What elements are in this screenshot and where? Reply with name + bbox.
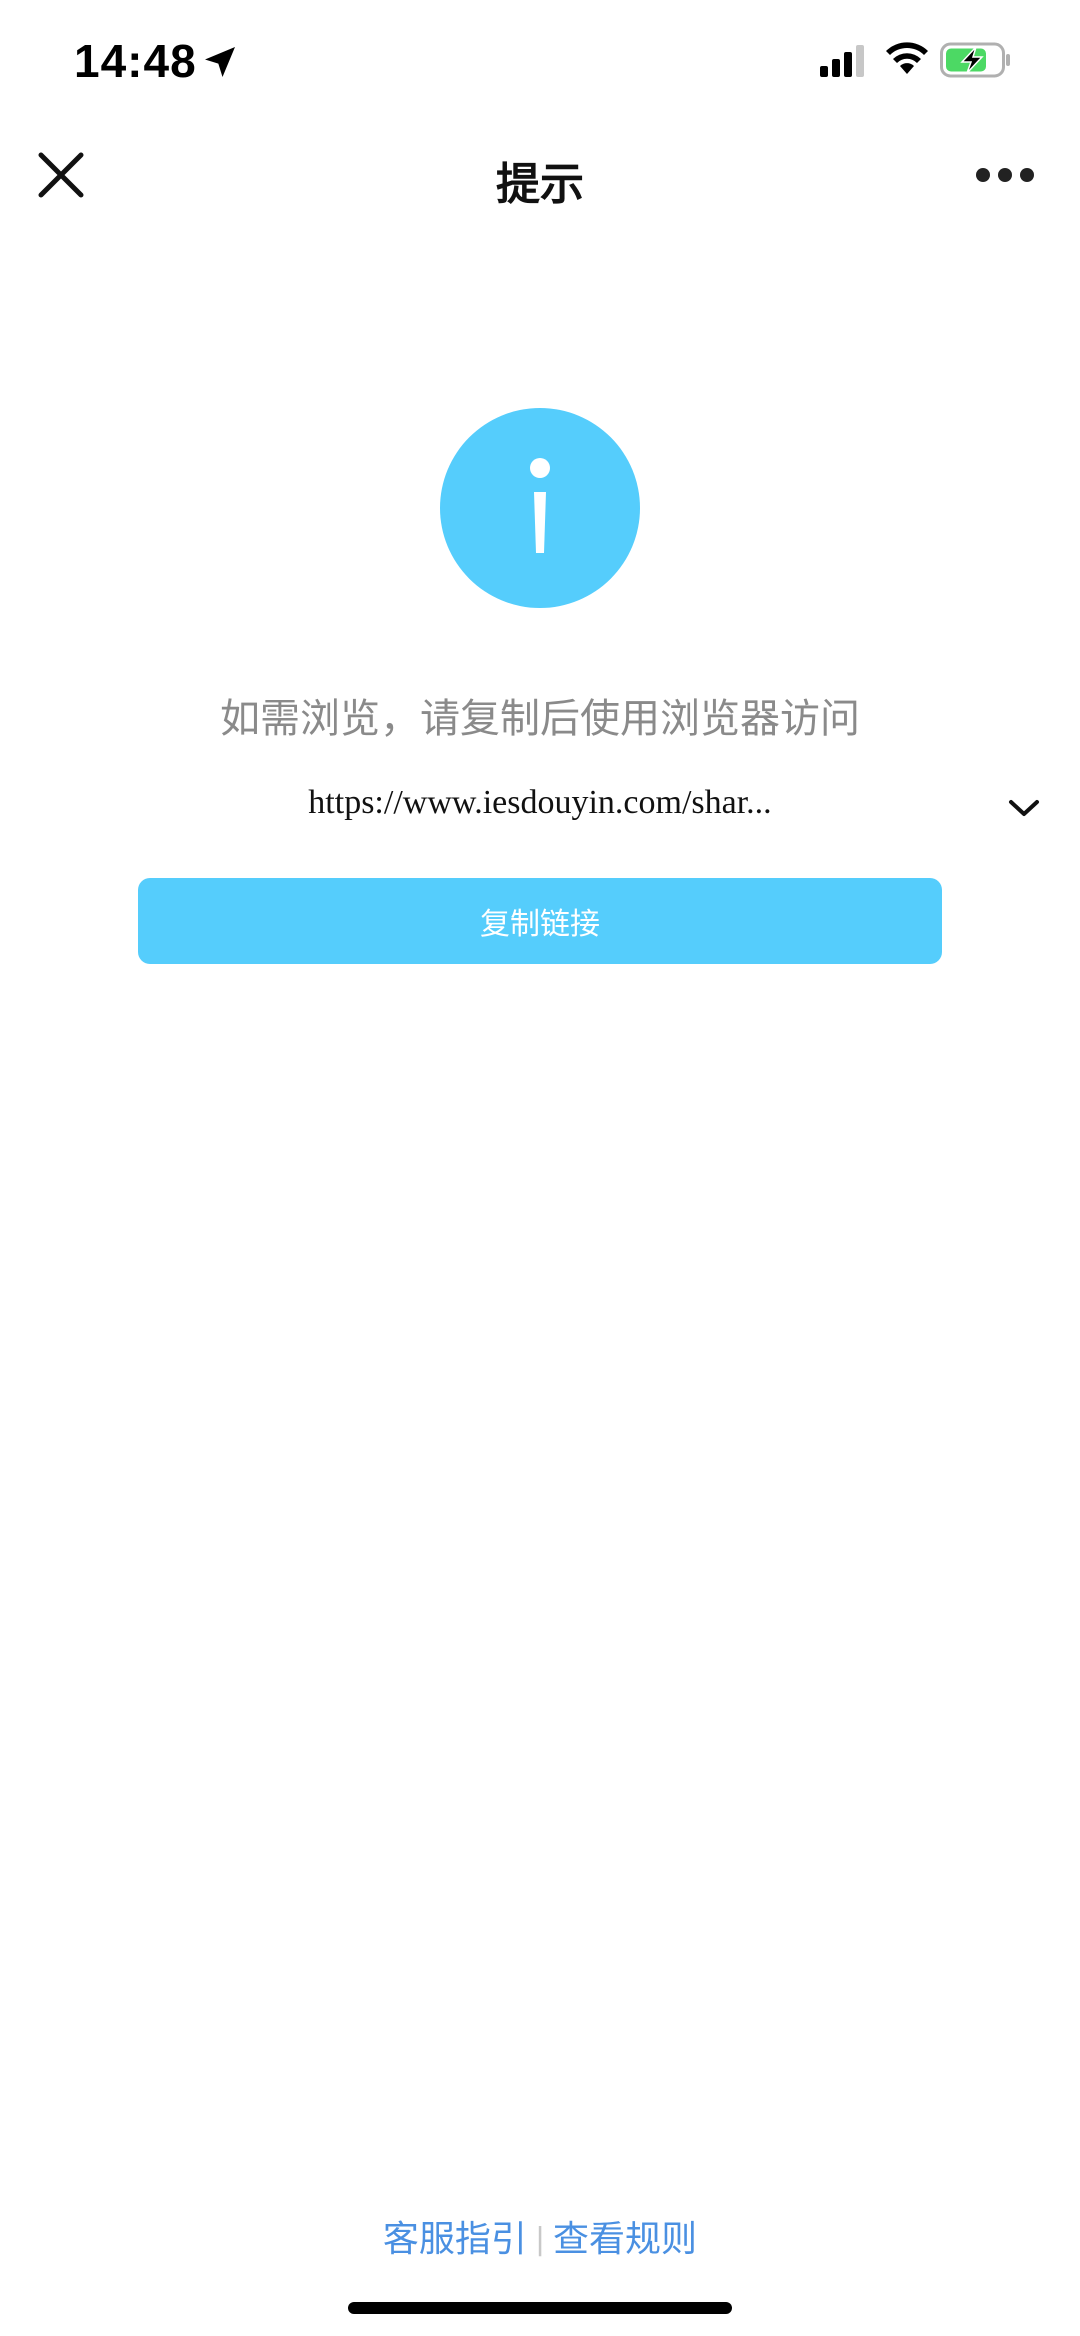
cellular-signal-icon — [820, 45, 864, 77]
page: 14:48 提示 如需浏览，请复制后使用浏览器访问 https://www.ie… — [0, 0, 1080, 2336]
hint-text: 如需浏览，请复制后使用浏览器访问 — [220, 696, 860, 742]
more-button[interactable] — [970, 150, 1040, 200]
footer-divider: | — [534, 2222, 546, 2257]
customer-service-guide-link[interactable]: 客服指引 — [383, 2219, 527, 2260]
status-time: 14:48 — [74, 35, 197, 87]
view-rules-link[interactable]: 查看规则 — [553, 2219, 697, 2260]
page-title: 提示 — [496, 159, 584, 210]
status-bar: 14:48 — [0, 0, 1080, 120]
home-indicator[interactable] — [348, 2302, 732, 2314]
footer-links: 客服指引 | 查看规则 — [0, 2210, 1080, 2262]
copy-link-button[interactable]: 复制链接 — [138, 878, 942, 964]
more-horizontal-icon — [976, 168, 1034, 182]
url-row: https://www.iesdouyin.com/shar... — [0, 780, 1080, 840]
nav-bar: 提示 — [0, 130, 1080, 220]
location-arrow-icon — [205, 47, 235, 77]
url-text: https://www.iesdouyin.com/shar... — [308, 784, 772, 821]
chevron-down-icon — [1009, 800, 1039, 816]
expand-url-button[interactable] — [1004, 788, 1044, 828]
battery-charging-icon — [940, 42, 1010, 78]
info-icon — [440, 408, 640, 608]
wifi-icon — [886, 42, 928, 74]
